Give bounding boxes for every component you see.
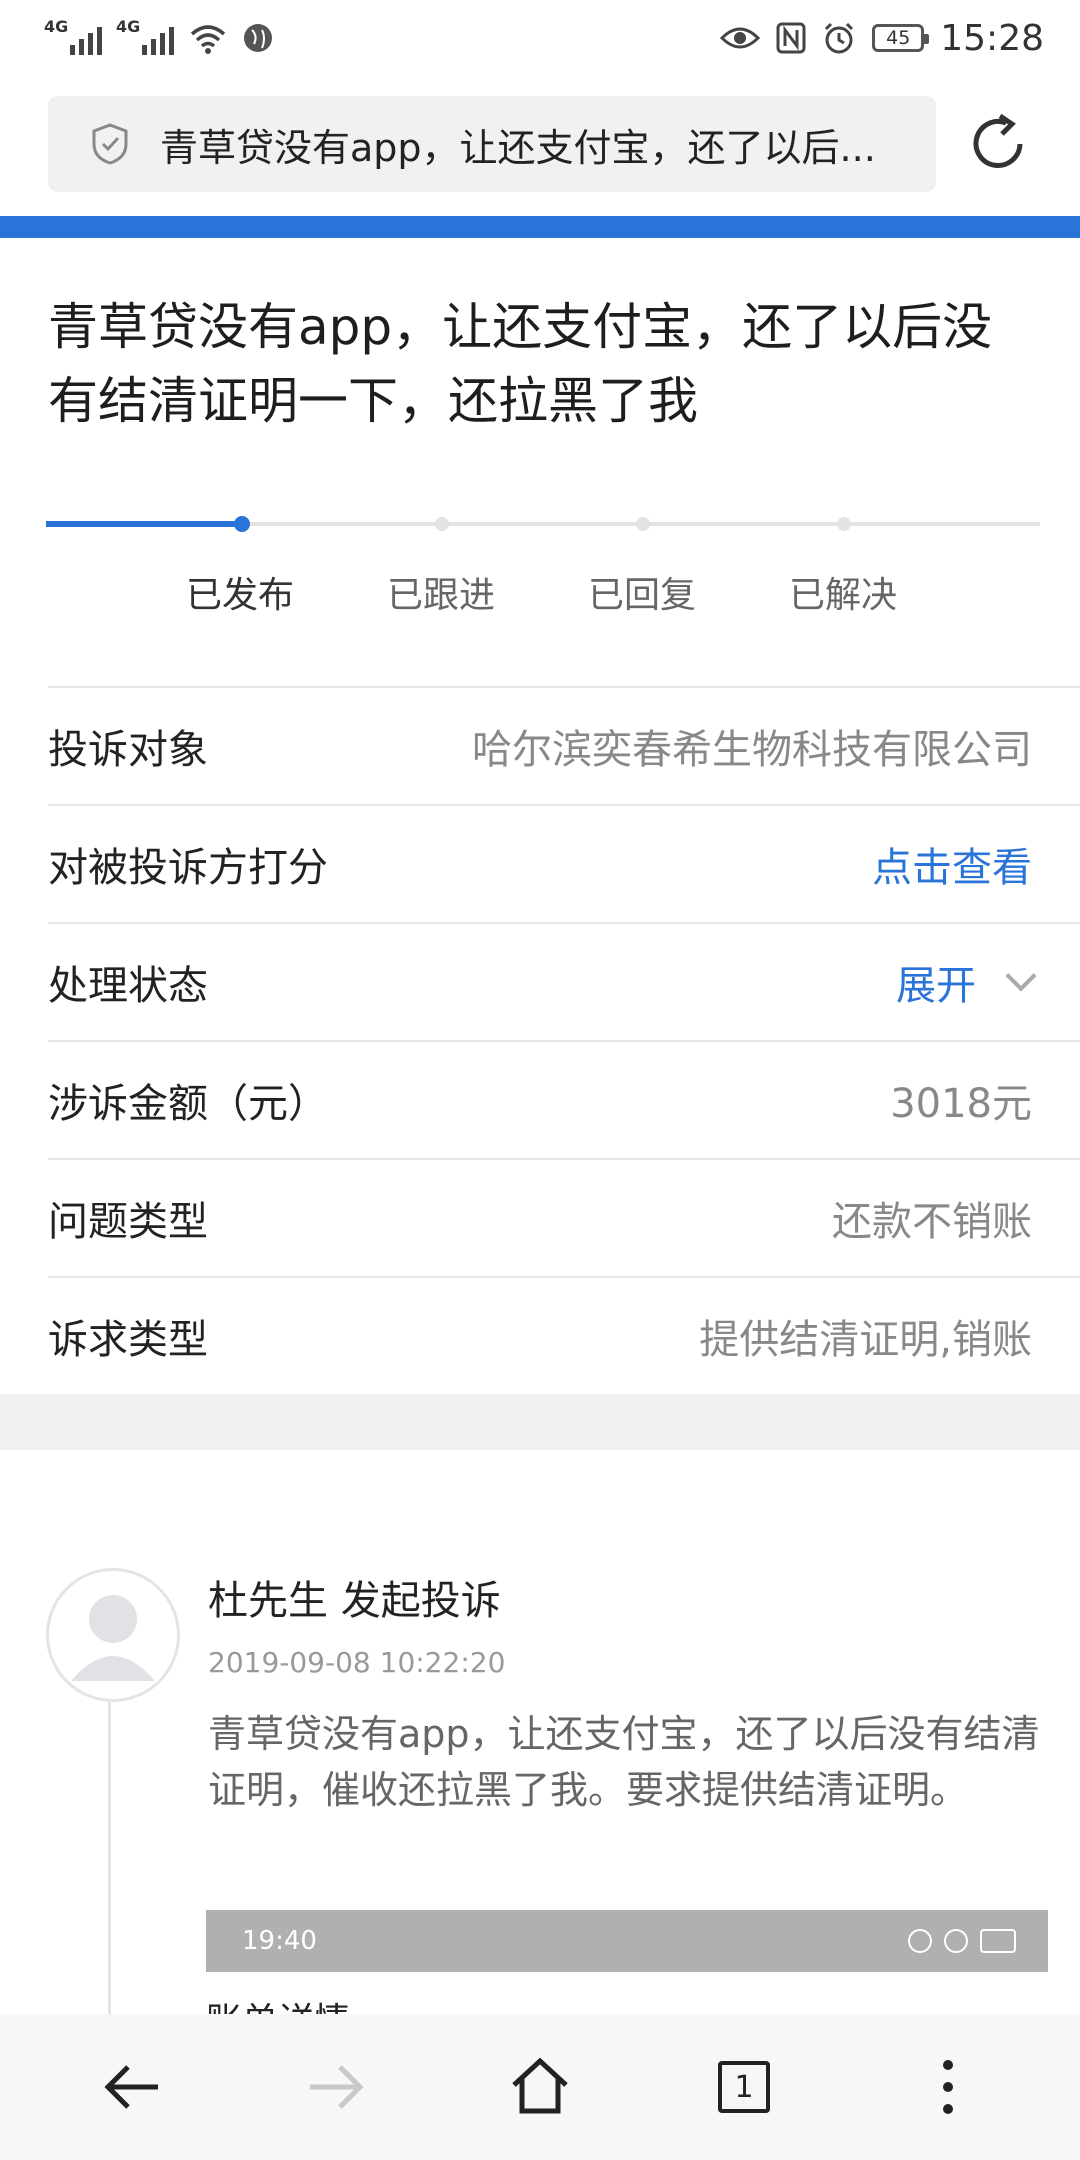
arrow-left-icon[interactable] xyxy=(100,2061,164,2113)
detail-row-amount: 涉诉金额（元） 3018元 xyxy=(48,1040,1080,1158)
step-label-resolved: 已解决 xyxy=(788,575,897,616)
nfc-icon xyxy=(776,22,806,54)
address-text[interactable]: 青草贷没有app，让还支付宝，还了以后... xyxy=(160,117,876,172)
wifi-icon xyxy=(190,25,226,54)
status-bar-left: 4G 4G xyxy=(44,17,274,55)
back-button[interactable] xyxy=(82,2037,182,2137)
status-bar-right: 45 15:28 xyxy=(720,18,1044,59)
more-vertical-icon[interactable] xyxy=(938,2057,958,2117)
detail-value: 还款不销账 xyxy=(832,1199,1032,1245)
detail-value: 提供结清证明,销账 xyxy=(699,1317,1032,1363)
step-label-replied: 已回复 xyxy=(587,575,696,616)
step-dot-published xyxy=(234,516,250,532)
home-button[interactable] xyxy=(490,2037,590,2137)
detail-label: 诉求类型 xyxy=(48,1317,208,1363)
detail-row-rating[interactable]: 对被投诉方打分 点击查看 xyxy=(48,804,1080,922)
clock: 15:28 xyxy=(940,17,1044,59)
browser-bottom-nav: 1 xyxy=(0,2014,1080,2160)
cell-signal-icon: 4G xyxy=(116,17,174,55)
tabs-button[interactable]: 1 xyxy=(694,2037,794,2137)
complaint-title: 青草贷没有app，让还支付宝，还了以后没有结清证明一下，还拉黑了我 xyxy=(48,298,993,430)
screenshot-status-icons xyxy=(908,1929,1016,1953)
chevron-down-icon[interactable] xyxy=(1005,960,1037,992)
timeline-line xyxy=(108,1702,111,2032)
tab-count[interactable]: 1 xyxy=(718,2061,770,2113)
detail-row-demand: 诉求类型 提供结清证明,销账 xyxy=(48,1276,1080,1394)
alarm-icon xyxy=(825,22,854,54)
user-placeholder-icon xyxy=(71,1595,155,1681)
timeline-timestamp: 2019-09-08 10:22:20 xyxy=(208,1646,506,1679)
page-load-progress-bar xyxy=(0,216,1080,238)
detail-label: 处理状态 xyxy=(48,963,208,1009)
complaint-details: 投诉对象 哈尔滨奕春希生物科技有限公司 对被投诉方打分 点击查看 处理状态 展开… xyxy=(0,686,1080,1394)
forward-button[interactable] xyxy=(286,2037,386,2137)
detail-row-issue: 问题类型 还款不销账 xyxy=(48,1158,1080,1276)
reload-icon[interactable] xyxy=(966,112,1030,176)
step-label-published: 已发布 xyxy=(185,575,294,616)
detail-label: 对被投诉方打分 xyxy=(48,845,328,891)
step-dot-resolved xyxy=(837,517,851,531)
address-bar[interactable]: 青草贷没有app，让还支付宝，还了以后... xyxy=(48,96,936,192)
view-rating-link[interactable]: 点击查看 xyxy=(872,835,1032,893)
timeline-author: 杜先生 发起投诉 xyxy=(208,1578,501,1624)
detail-row-status[interactable]: 处理状态 展开 xyxy=(48,922,1080,1040)
expand-label[interactable]: 展开 xyxy=(896,953,976,1011)
expand-toggle[interactable]: 展开 xyxy=(896,953,1037,1011)
detail-label: 投诉对象 xyxy=(48,727,208,773)
section-divider xyxy=(0,1394,1080,1450)
home-icon[interactable] xyxy=(508,2057,572,2117)
menu-button[interactable] xyxy=(898,2037,998,2137)
battery-icon: 45 xyxy=(872,24,930,52)
step-label-followed: 已跟进 xyxy=(386,575,495,616)
status-bar: 4G 4G 45 15:28 xyxy=(0,0,1080,76)
detail-label: 涉诉金额（元） xyxy=(48,1081,328,1127)
attached-screenshot[interactable]: 19:40 xyxy=(206,1910,1048,1972)
stepper-fill xyxy=(46,521,242,527)
globe-icon xyxy=(244,24,272,52)
screenshot-time: 19:40 xyxy=(242,1926,317,1956)
arrow-right-icon[interactable] xyxy=(304,2061,368,2113)
progress-stepper xyxy=(46,516,1040,532)
timeline-text: 青草贷没有app，让还支付宝，还了以后没有结清证明，催收还拉黑了我。要求提供结清… xyxy=(208,1712,1040,1812)
detail-value: 3018元 xyxy=(890,1081,1032,1127)
cell-signal-icon: 4G xyxy=(44,17,102,55)
shield-icon xyxy=(92,123,128,165)
step-dot-followed xyxy=(435,517,449,531)
avatar xyxy=(46,1568,180,1702)
detail-row-target: 投诉对象 哈尔滨奕春希生物科技有限公司 xyxy=(48,686,1080,804)
step-dot-replied xyxy=(636,517,650,531)
detail-value: 哈尔滨奕春希生物科技有限公司 xyxy=(472,727,1032,773)
detail-label: 问题类型 xyxy=(48,1199,208,1245)
eye-icon xyxy=(720,27,761,49)
